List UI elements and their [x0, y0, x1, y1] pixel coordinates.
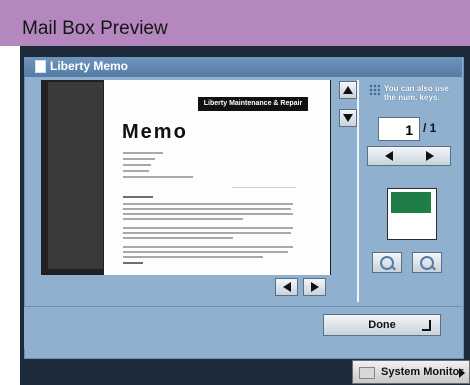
body-text-line: [123, 262, 143, 264]
done-label: Done: [368, 319, 396, 331]
arrow-right-icon: [310, 282, 319, 292]
body-text-line: [123, 208, 291, 210]
zoom-in-button[interactable]: [412, 252, 442, 273]
body-text-line: [123, 251, 288, 253]
window-title: Liberty Memo: [50, 59, 129, 73]
vertical-divider: [357, 80, 359, 302]
numeric-keys-hint: You can also use the num. keys.: [384, 84, 449, 102]
chevron-right-icon: [459, 368, 465, 378]
monitor-icon: [359, 367, 375, 379]
memo-field-line: [123, 152, 163, 154]
return-icon: [422, 320, 431, 331]
magnifier-icon: [380, 255, 394, 270]
magnifier-icon: [420, 255, 434, 270]
scroll-up-button[interactable]: [339, 81, 357, 99]
memo-field-line: [123, 164, 151, 166]
scroll-right-button[interactable]: [303, 278, 326, 296]
hint-line-1: You can also use: [384, 84, 449, 93]
page-margin-stripe: [48, 82, 103, 269]
body-text-line: [123, 203, 293, 205]
arrow-down-icon: [343, 114, 353, 122]
body-text-line: [123, 256, 263, 258]
scroll-left-button[interactable]: [275, 278, 298, 296]
scroll-down-button[interactable]: [339, 109, 357, 127]
page-thumbnail: [387, 188, 437, 240]
arrow-up-icon: [343, 86, 353, 94]
system-monitor-label: System Monitor: [381, 366, 464, 378]
memo-field-line: [123, 158, 155, 160]
body-text-line: [123, 213, 293, 215]
done-button[interactable]: Done: [323, 314, 441, 336]
page-nav-control: [367, 146, 451, 166]
document-icon: [35, 60, 46, 73]
total-pages: / 1: [423, 121, 437, 135]
divider-rule: [232, 187, 296, 188]
body-text-line: [123, 227, 293, 229]
previous-page-icon[interactable]: [384, 151, 393, 161]
arrow-left-icon: [282, 282, 291, 292]
memo-field-line: [123, 176, 193, 178]
body-text-line: [123, 246, 293, 248]
page-number-input[interactable]: 1: [378, 117, 420, 141]
body-text-line: [123, 237, 233, 239]
body-text-line: [123, 218, 243, 220]
next-page-icon[interactable]: [425, 151, 434, 161]
memo-field-line: [123, 170, 149, 172]
document-company-banner: Liberty Maintenance & Repair: [198, 97, 308, 111]
system-monitor-button[interactable]: System Monitor: [352, 360, 470, 384]
thumbnail-view-area: [391, 192, 431, 213]
body-text-line: [123, 196, 153, 198]
zoom-out-button[interactable]: [372, 252, 402, 273]
hint-line-2: the num. keys.: [384, 93, 440, 102]
numeric-keypad-icon: [369, 84, 380, 95]
body-text-line: [123, 232, 291, 234]
screen-title: Mail Box Preview: [22, 18, 168, 39]
document-heading: Memo: [122, 121, 188, 143]
